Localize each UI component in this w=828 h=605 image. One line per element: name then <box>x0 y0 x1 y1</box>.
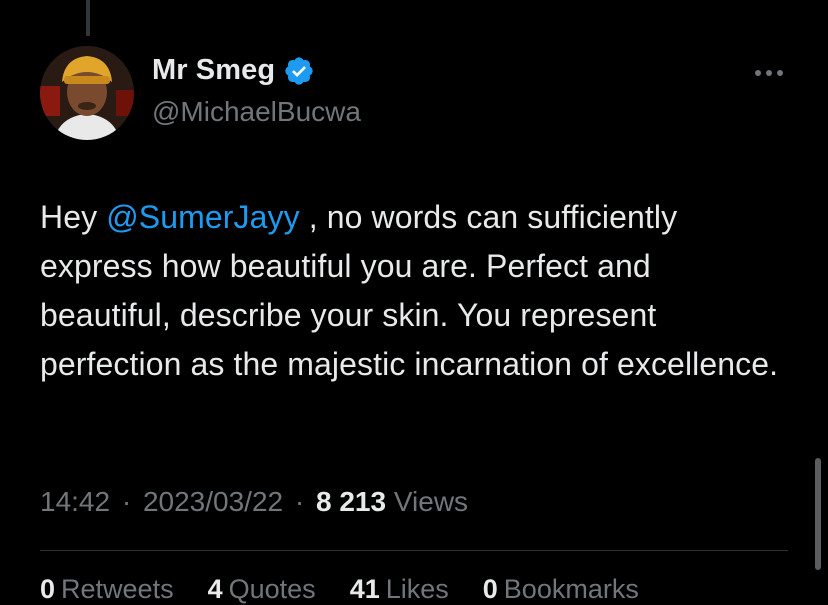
author-name-row: Mr Smeg <box>152 54 315 87</box>
meta-separator: · <box>294 486 305 517</box>
avatar[interactable] <box>40 46 134 140</box>
stat-count: 41 <box>349 574 380 604</box>
stat-count: 4 <box>207 574 223 604</box>
stat-bookmarks[interactable]: 0 Bookmarks <box>483 574 639 605</box>
tweet-date[interactable]: 2023/03/22 <box>143 486 283 517</box>
user-avatar-photo <box>40 46 134 140</box>
stat-label: Bookmarks <box>503 574 639 604</box>
views-label: Views <box>393 486 469 517</box>
divider <box>40 550 788 551</box>
author-display-name[interactable]: Mr Smeg <box>152 54 275 87</box>
verified-badge-icon <box>283 55 315 87</box>
stat-label: Retweets <box>61 574 174 604</box>
tweet-text: Hey @SumerJayy , no words can sufficient… <box>40 193 780 389</box>
more-dots-icon <box>755 70 783 76</box>
tweet-time[interactable]: 14:42 <box>40 486 110 517</box>
stat-label: Likes <box>385 574 449 604</box>
mention-link[interactable]: @SumerJayy <box>106 199 300 235</box>
thread-connector-line <box>86 0 90 36</box>
tweet-meta-row: 14:42 · 2023/03/22 · 8 213 Views <box>40 486 468 518</box>
more-options-button[interactable] <box>752 56 786 90</box>
stat-likes[interactable]: 41 Likes <box>350 574 449 605</box>
stat-count: 0 <box>40 574 56 604</box>
scrollbar[interactable] <box>815 458 821 570</box>
stat-label: Quotes <box>228 574 316 604</box>
author-handle[interactable]: @MichaelBucwa <box>152 96 361 128</box>
stat-retweets[interactable]: 0 Retweets <box>40 574 174 605</box>
engagement-stats-row: 0 Retweets 4 Quotes 41 Likes 0 Bookmarks <box>40 574 639 605</box>
meta-separator: · <box>121 486 132 517</box>
tweet-text-intro: Hey <box>40 199 107 235</box>
stat-quotes[interactable]: 4 Quotes <box>208 574 316 605</box>
views-count: 8 213 <box>316 486 387 517</box>
stat-count: 0 <box>482 574 498 604</box>
